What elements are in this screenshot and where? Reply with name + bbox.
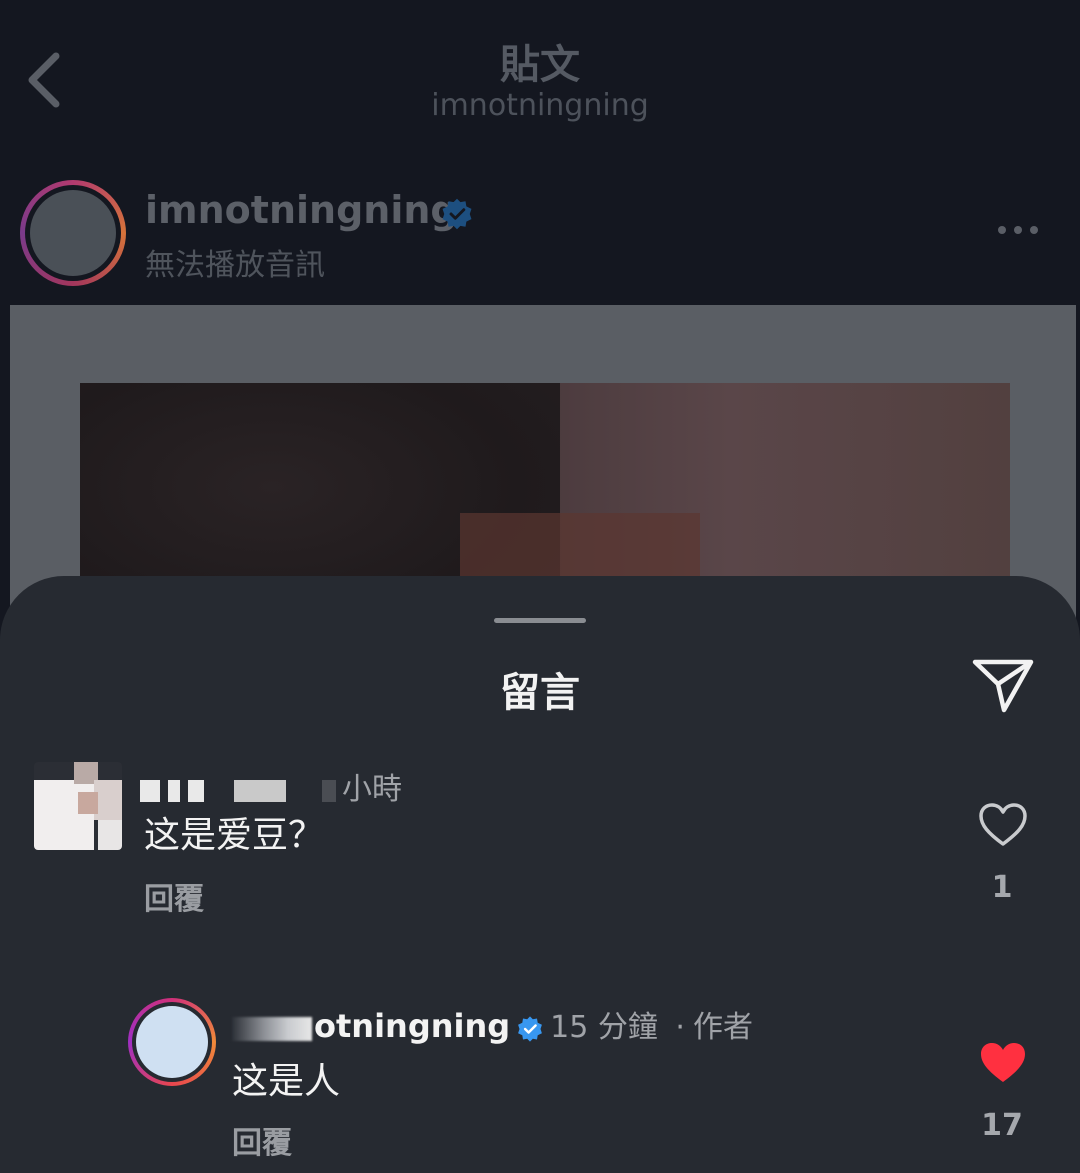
- author-tag: 作者: [692, 1010, 753, 1045]
- comment-time: 小時: [342, 772, 402, 807]
- comment-meta: otningning 15 分鐘 · 作者: [232, 1002, 753, 1046]
- drag-handle[interactable]: [494, 618, 586, 623]
- comment-username[interactable]: otningning: [314, 1007, 510, 1045]
- author-reply-avatar[interactable]: [128, 998, 216, 1086]
- comment-meta: 小時: [140, 764, 402, 808]
- redacted-username: [232, 1016, 312, 1041]
- comment-text: 这是爱豆？: [144, 815, 325, 856]
- author-username[interactable]: imnotningning: [145, 188, 458, 232]
- verified-badge-icon: [442, 198, 472, 230]
- reply-button[interactable]: 回覆: [232, 1118, 292, 1162]
- comment-time: 15 分鐘: [550, 1010, 658, 1045]
- author-avatar[interactable]: [20, 180, 126, 286]
- heart-icon: [979, 803, 1027, 846]
- page-title: 貼文: [500, 42, 580, 88]
- more-options-button[interactable]: [990, 215, 1046, 245]
- screen: 貼文 imnotningning imnotningning 無法播放音訊 留言: [0, 0, 1080, 1173]
- more-horizontal-icon: [998, 226, 1038, 234]
- comments-sheet: 留言 小時 这是爱豆？ 回覆 1 otningning 15 分鐘 · 作者 这…: [0, 576, 1080, 1173]
- share-button[interactable]: [970, 654, 1036, 714]
- comments-title: 留言: [500, 670, 580, 716]
- redacted-username: [140, 779, 160, 802]
- like-count: 17: [981, 1108, 1023, 1143]
- commenter-avatar[interactable]: [34, 762, 122, 850]
- like-button[interactable]: [978, 1040, 1028, 1086]
- comment-text: 这是人: [232, 1061, 341, 1102]
- reply-button[interactable]: 回覆: [144, 874, 204, 918]
- heart-filled-icon: [981, 1043, 1025, 1082]
- paper-plane-icon: [972, 659, 1034, 713]
- meta-separator: ·: [675, 1010, 685, 1045]
- page-subtitle: imnotningning: [431, 88, 649, 123]
- like-button[interactable]: [978, 802, 1028, 848]
- verified-badge-icon: [518, 1015, 543, 1042]
- like-count: 1: [991, 870, 1013, 905]
- audio-status: 無法播放音訊: [145, 248, 325, 283]
